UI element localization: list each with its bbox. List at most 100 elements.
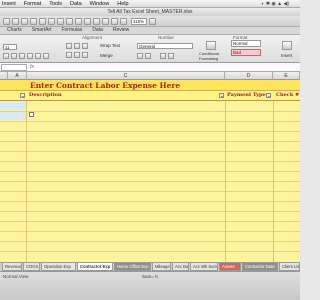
- standard-toolbar: 115%: [0, 16, 300, 27]
- select-all-corner[interactable]: [0, 72, 8, 80]
- percent-button[interactable]: [145, 53, 151, 59]
- decrease-decimal-button[interactable]: [168, 53, 174, 59]
- currency-button[interactable]: [137, 53, 143, 59]
- increase-decimal-button[interactable]: [160, 53, 166, 59]
- zoom-field[interactable]: 115%: [131, 17, 147, 25]
- new-icon[interactable]: [3, 17, 10, 25]
- borders-button[interactable]: [27, 53, 33, 59]
- align-middle-button[interactable]: [74, 52, 80, 58]
- column-header-a[interactable]: A: [8, 72, 27, 80]
- alignment-group-title: Alignment: [82, 35, 103, 40]
- row-line: [0, 121, 300, 122]
- tab-data[interactable]: Data: [87, 27, 108, 34]
- sheet-tab-assets[interactable]: Assets: [219, 263, 241, 271]
- column-header-e[interactable]: E: [273, 72, 300, 80]
- header-check: Check #: [276, 92, 300, 98]
- menu-format[interactable]: Format: [24, 1, 41, 7]
- row-line: [0, 211, 300, 212]
- conditional-formatting-button[interactable]: Conditional Formatting: [199, 51, 229, 61]
- row-line: [0, 251, 300, 252]
- copy-icon[interactable]: [48, 17, 55, 25]
- print-icon[interactable]: [30, 17, 37, 25]
- underline-button[interactable]: [19, 53, 25, 59]
- filter-icon[interactable]: [102, 17, 109, 25]
- tab-formulas[interactable]: Formulas: [56, 27, 87, 34]
- sheet-tab-home-office-exp[interactable]: Home Office Exp: [114, 263, 151, 271]
- sheet-title: Enter Contract Labor Expense Here: [30, 81, 181, 90]
- filter-dropdown-icon[interactable]: [219, 93, 224, 98]
- function-icon[interactable]: fx: [30, 64, 34, 70]
- cut-icon[interactable]: [39, 17, 46, 25]
- bold-button[interactable]: [3, 53, 9, 59]
- column-headers: A C D E: [0, 72, 300, 80]
- align-center-button[interactable]: [74, 43, 80, 49]
- sheet-tab-contractor-data[interactable]: Contractor Data: [242, 263, 278, 271]
- left-cell[interactable]: [0, 102, 26, 110]
- filter-dropdown-icon[interactable]: [20, 93, 25, 98]
- header-payment-type: Payment Type: [227, 92, 266, 98]
- status-icons: ◐ ✱ ◉ ▲ ◀): [261, 1, 289, 7]
- number-format-select[interactable]: General: [137, 43, 193, 49]
- column-header-d[interactable]: D: [225, 72, 273, 80]
- italic-button[interactable]: [11, 53, 17, 59]
- insert-cells-icon[interactable]: [282, 41, 292, 50]
- help-icon[interactable]: [149, 17, 156, 25]
- save-icon[interactable]: [21, 17, 28, 25]
- row-line: [0, 161, 300, 162]
- insert-button[interactable]: Insert: [281, 53, 292, 58]
- row-line: [0, 171, 300, 172]
- sheet-tab-acc-bal[interactable]: Acc Bal: [172, 263, 189, 271]
- align-top-button[interactable]: [66, 52, 72, 58]
- menu-insert[interactable]: Insert: [2, 1, 16, 7]
- align-right-button[interactable]: [82, 43, 88, 49]
- row-line: [0, 131, 300, 132]
- tab-smartart[interactable]: SmartArt: [27, 27, 57, 34]
- column-header-c[interactable]: C: [27, 72, 225, 80]
- paste-icon[interactable]: [57, 17, 64, 25]
- wrap-text-button[interactable]: Wrap Text: [100, 43, 120, 48]
- paste-options-icon[interactable]: [29, 112, 34, 117]
- sheet-tab-mileage[interactable]: Mileage: [152, 263, 171, 271]
- font-color-button[interactable]: [43, 53, 49, 59]
- gallery-icon[interactable]: [111, 17, 118, 25]
- menu-bar: Insert Format Tools Data Window Help ◐ ✱…: [0, 0, 300, 8]
- sheet-body[interactable]: Enter Contract Labor Expense Here Descri…: [0, 80, 300, 262]
- conditional-formatting-icon[interactable]: [206, 41, 216, 50]
- sheet-tab-acc-wk-sum[interactable]: Acc Wk Sum: [190, 263, 218, 271]
- merge-button[interactable]: Merge: [100, 53, 113, 58]
- autosum-icon[interactable]: [84, 17, 91, 25]
- sheet-tab-client-list[interactable]: Client List: [279, 263, 300, 271]
- filter-dropdown-icon[interactable]: [266, 93, 271, 98]
- undo-icon[interactable]: [66, 17, 73, 25]
- menu-data[interactable]: Data: [70, 1, 82, 7]
- align-bottom-button[interactable]: [82, 52, 88, 58]
- sheet-tab-operation-exp[interactable]: Operation Exp: [41, 263, 76, 271]
- font-size-field[interactable]: 11: [3, 44, 17, 50]
- style-normal[interactable]: Normal: [231, 40, 261, 47]
- sort-icon[interactable]: [93, 17, 100, 25]
- style-bad[interactable]: Bad: [231, 49, 261, 56]
- redo-icon[interactable]: [75, 17, 82, 25]
- row-line: [0, 111, 300, 112]
- tab-charts[interactable]: Charts: [2, 27, 27, 34]
- align-left-button[interactable]: [66, 43, 72, 49]
- toolbox-icon[interactable]: [120, 17, 127, 25]
- name-box[interactable]: [1, 64, 27, 71]
- sheet-tab-contractor-exp[interactable]: Contractor Exp: [77, 263, 113, 271]
- status-bar: Normal View Sum= 0: [0, 271, 300, 300]
- header-row: Description Payment Type Check #: [0, 91, 300, 101]
- tab-review[interactable]: Review: [108, 27, 134, 34]
- fill-color-button[interactable]: [35, 53, 41, 59]
- formula-bar: fx: [0, 63, 300, 72]
- sheet-tabs: Revenue COGS Operation Exp Contractor Ex…: [0, 262, 300, 271]
- ribbon: 11 Alignment Wrap Text Merge Number Gene…: [0, 35, 300, 63]
- menu-help[interactable]: Help: [117, 1, 128, 7]
- left-cell[interactable]: [0, 112, 26, 120]
- open-icon[interactable]: [12, 17, 19, 25]
- menu-tools[interactable]: Tools: [49, 1, 62, 7]
- sheet-tab-revenue[interactable]: Revenue: [2, 263, 22, 271]
- row-line: [0, 141, 300, 142]
- menu-window[interactable]: Window: [90, 1, 110, 7]
- column-line: [26, 80, 27, 262]
- sheet-tab-cogs[interactable]: COGS: [23, 263, 40, 271]
